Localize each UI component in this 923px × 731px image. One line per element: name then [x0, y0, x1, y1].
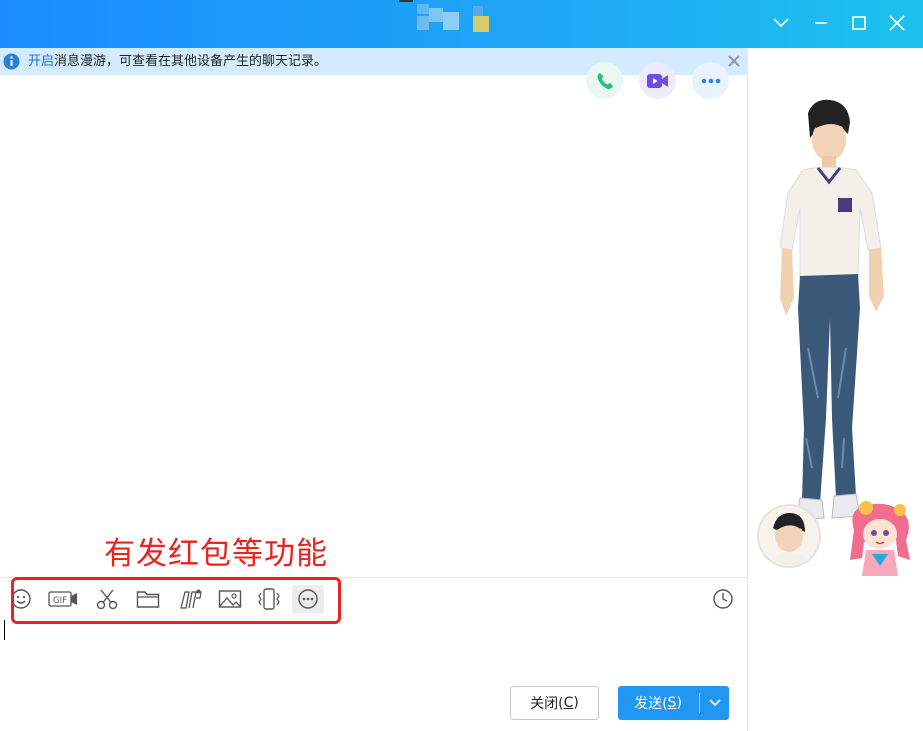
- friend-show-panel: [748, 48, 923, 731]
- more-dots-icon: [701, 78, 720, 83]
- message-area: [0, 75, 747, 577]
- text-caret: [4, 620, 5, 640]
- redacted-title: [399, 0, 493, 34]
- video-icon: [646, 73, 668, 88]
- title-bar: [0, 0, 923, 48]
- more-actions-button[interactable]: [692, 62, 729, 99]
- chevron-down-icon: [708, 699, 721, 707]
- close-window-button[interactable]: [884, 10, 910, 36]
- close-notice-icon[interactable]: [727, 54, 741, 68]
- chevron-down-icon: [773, 18, 789, 28]
- minimize-icon: [815, 22, 827, 24]
- send-label: 发送(S): [634, 695, 682, 712]
- maximize-icon: [852, 16, 866, 30]
- dropdown-button[interactable]: [768, 10, 794, 36]
- info-icon: [3, 53, 20, 70]
- message-input[interactable]: [0, 614, 747, 682]
- minimize-button[interactable]: [808, 10, 834, 36]
- roaming-notice: 开启消息漫游，可查看在其他设备产生的聊天记录。: [0, 48, 747, 75]
- friend-avatar-thumb[interactable]: [757, 504, 821, 568]
- annotation-caption: 有发红包等功能: [104, 536, 328, 572]
- notice-message: 消息漫游，可查看在其他设备产生的聊天记录。: [54, 54, 328, 69]
- close-button[interactable]: 关闭(C): [510, 686, 599, 720]
- send-options-button[interactable]: [700, 686, 729, 720]
- pet-avatar[interactable]: [844, 500, 918, 580]
- voice-call-button[interactable]: [586, 62, 623, 99]
- phone-icon: [597, 72, 613, 89]
- history-button[interactable]: [709, 585, 737, 613]
- notice-text: 开启消息漫游，可查看在其他设备产生的聊天记录。: [28, 48, 327, 75]
- enable-roaming-link[interactable]: 开启: [28, 54, 54, 69]
- video-call-button[interactable]: [639, 62, 676, 99]
- send-button[interactable]: 发送(S): [618, 686, 729, 720]
- clock-icon: [713, 589, 733, 609]
- close-icon: [889, 15, 905, 31]
- maximize-button[interactable]: [846, 10, 872, 36]
